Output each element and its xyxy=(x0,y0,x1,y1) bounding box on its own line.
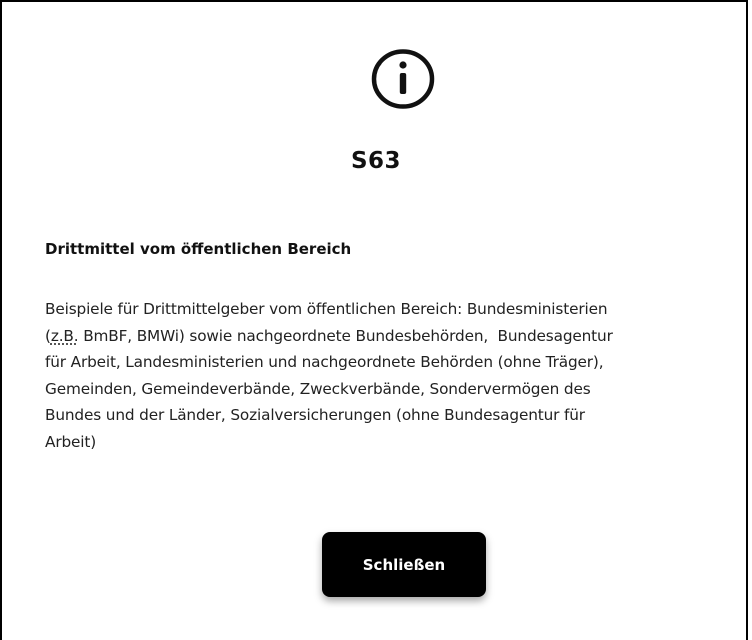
info-dialog: S63 Drittmittel vom öffentlichen Bereich… xyxy=(0,0,748,640)
info-circle-icon xyxy=(371,49,435,109)
description-line: Beispiele für Drittmittelgeber vom öffen… xyxy=(45,300,608,318)
description-line: Gemeinden, Gemeindeverbände, Zweckverbän… xyxy=(45,379,591,398)
description-line: Bundes und der Länder, Sozialversicherun… xyxy=(45,406,585,424)
dialog-title: S63 xyxy=(350,148,402,174)
abbreviation: z.B. xyxy=(50,326,79,345)
description-text: Beispiele für Drittmittelgeber vom öffen… xyxy=(45,296,745,455)
close-button[interactable]: Schließen xyxy=(322,532,486,597)
description-line: (z.B. BmBF, BMWi) sowie nachgeordnete Bu… xyxy=(45,323,745,350)
section-heading: Drittmittel vom öffentlichen Bereich xyxy=(45,240,352,258)
text-fragment: BmBF, BMWi) sowie nachgeordnete Bundesbe… xyxy=(78,326,613,345)
description-line: für Arbeit, Landesministerien und nachge… xyxy=(45,353,604,371)
description-line: Arbeit) xyxy=(45,432,97,451)
